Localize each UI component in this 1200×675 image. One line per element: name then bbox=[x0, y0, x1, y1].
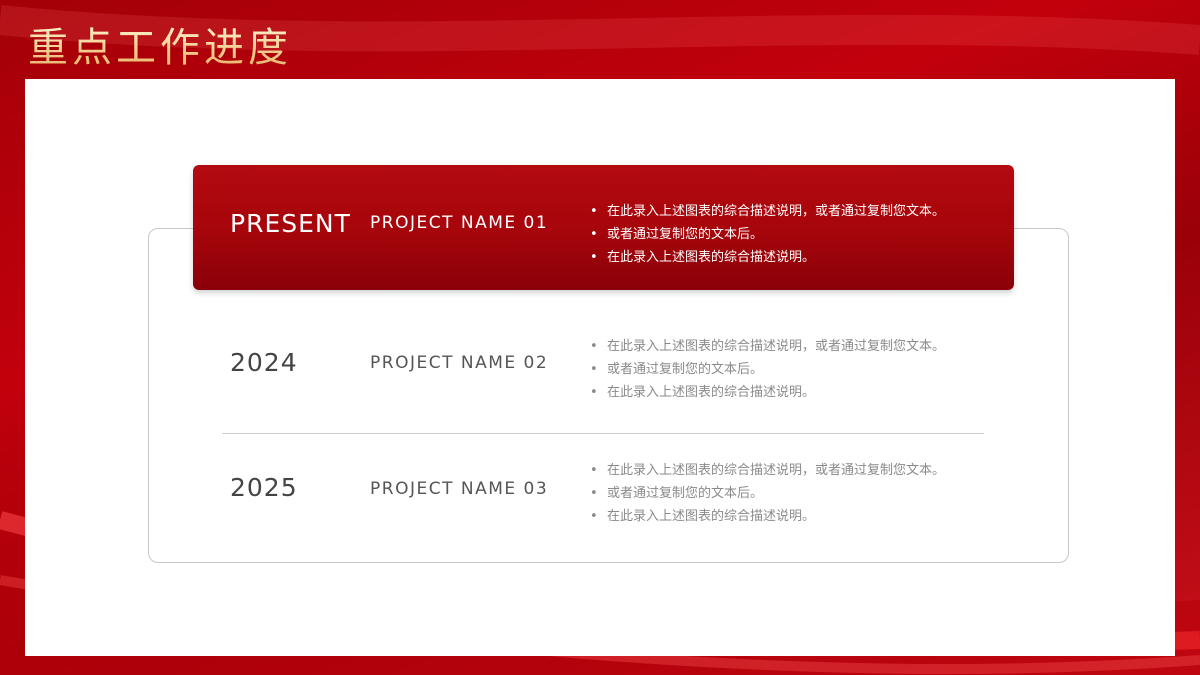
slide-title: 重点工作进度 bbox=[28, 25, 292, 71]
bullet-item: 在此录入上述图表的综合描述说明，或者通过复制您文本。 bbox=[590, 200, 945, 223]
row-bullet-list: 在此录入上述图表的综合描述说明，或者通过复制您文本。 或者通过复制您的文本后。 … bbox=[590, 200, 945, 269]
bullet-item: 在此录入上述图表的综合描述说明，或者通过复制您文本。 bbox=[590, 335, 945, 358]
timeline-row-2025: 2025 PROJECT NAME 03 在此录入上述图表的综合描述说明，或者通… bbox=[193, 444, 1014, 554]
row-year: PRESENT bbox=[230, 209, 351, 238]
timeline-row-2024: 2024 PROJECT NAME 02 在此录入上述图表的综合描述说明，或者通… bbox=[193, 310, 1014, 420]
row-project-name: PROJECT NAME 02 bbox=[370, 353, 549, 373]
row-bullet-list: 在此录入上述图表的综合描述说明，或者通过复制您文本。 或者通过复制您的文本后。 … bbox=[590, 335, 945, 404]
row-bullet-list: 在此录入上述图表的综合描述说明，或者通过复制您文本。 或者通过复制您的文本后。 … bbox=[590, 459, 945, 528]
row-project-name: PROJECT NAME 01 bbox=[370, 213, 549, 233]
row-year: 2025 bbox=[230, 473, 298, 502]
row-divider bbox=[222, 433, 984, 434]
bullet-item: 在此录入上述图表的综合描述说明。 bbox=[590, 246, 945, 269]
bullet-item: 在此录入上述图表的综合描述说明。 bbox=[590, 381, 945, 404]
bullet-item: 或者通过复制您的文本后。 bbox=[590, 223, 945, 246]
bullet-item: 或者通过复制您的文本后。 bbox=[590, 358, 945, 381]
row-year: 2024 bbox=[230, 348, 298, 377]
timeline-row-present: PRESENT PROJECT NAME 01 在此录入上述图表的综合描述说明，… bbox=[193, 165, 1014, 290]
row-project-name: PROJECT NAME 03 bbox=[370, 479, 549, 499]
bullet-item: 或者通过复制您的文本后。 bbox=[590, 482, 945, 505]
bullet-item: 在此录入上述图表的综合描述说明，或者通过复制您文本。 bbox=[590, 459, 945, 482]
bullet-item: 在此录入上述图表的综合描述说明。 bbox=[590, 505, 945, 528]
